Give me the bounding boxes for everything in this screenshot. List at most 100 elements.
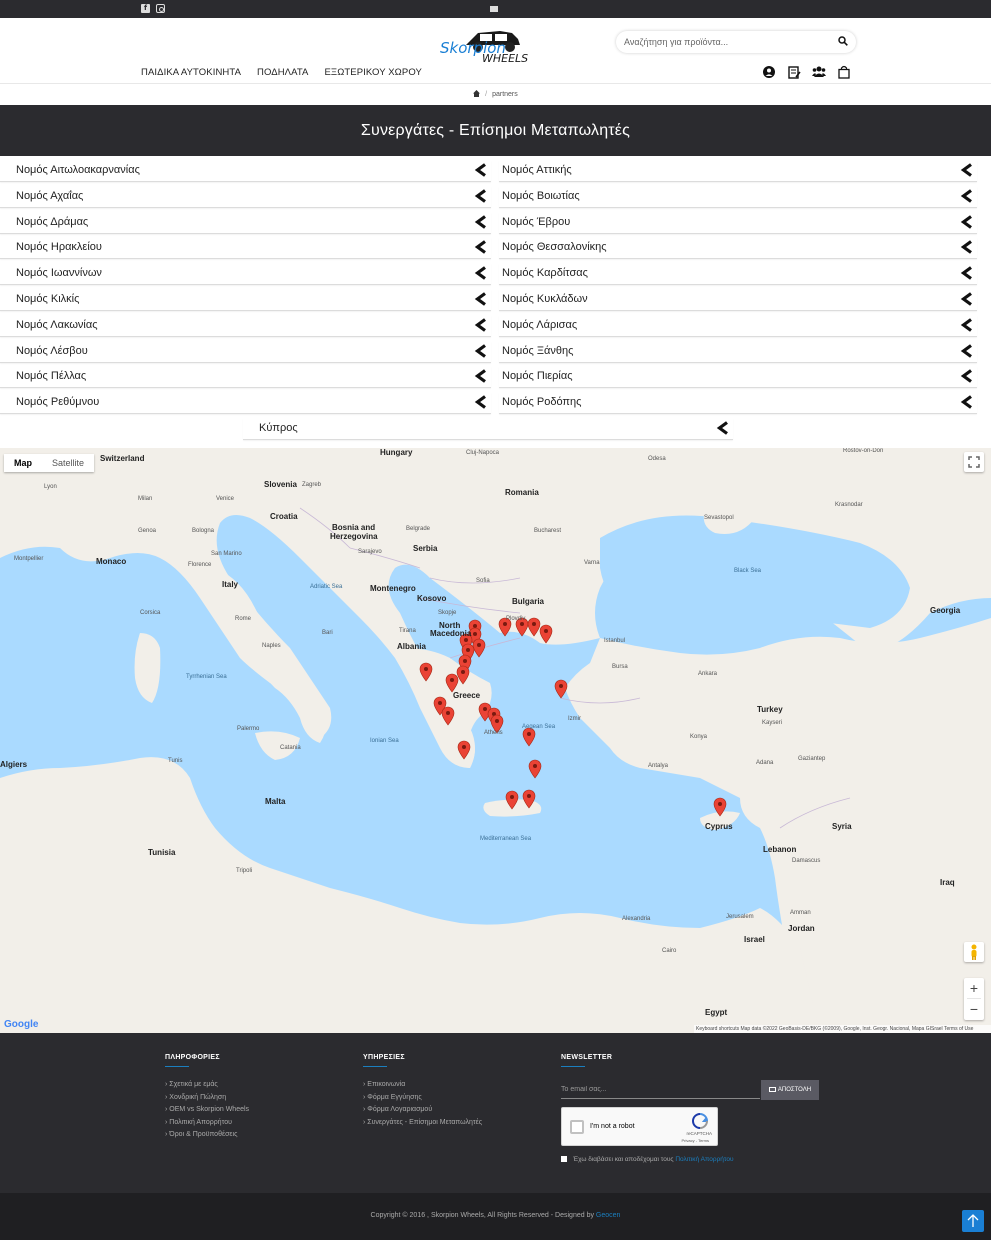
- chevron-left-icon[interactable]: [960, 343, 974, 358]
- map-label: Montpellier: [14, 556, 44, 562]
- newsletter-email-input[interactable]: [561, 1081, 760, 1099]
- users-icon[interactable]: [812, 65, 826, 79]
- search-input[interactable]: [624, 34, 824, 50]
- newsletter-send-button[interactable]: ΑΠΟΣΤΟΛΗ: [761, 1080, 819, 1100]
- nav-kids-cars[interactable]: ΠΑΙΔΙΚΑ ΑΥΤΟΚΙΝΗΤΑ: [141, 67, 241, 81]
- chevron-left-icon[interactable]: [474, 214, 488, 229]
- header-icons: [762, 65, 851, 79]
- map-type-satellite[interactable]: Satellite: [42, 454, 94, 472]
- footer-link[interactable]: › Όροι & Προϋποθέσεις: [165, 1131, 237, 1138]
- footer-link[interactable]: › Πολιτική Απορρήτου: [165, 1119, 232, 1126]
- map-marker[interactable]: [528, 759, 542, 779]
- chevron-left-icon[interactable]: [960, 189, 974, 203]
- chevron-left-icon[interactable]: [960, 318, 974, 332]
- privacy-policy-link[interactable]: Πολιτική Απορρήτου: [675, 1156, 733, 1163]
- map-marker[interactable]: [554, 679, 568, 699]
- chevron-left-icon[interactable]: [960, 266, 974, 280]
- region-row[interactable]: Νομός Ρεθύμνου: [0, 392, 491, 415]
- region-row[interactable]: Νομός Ροδόπης: [499, 392, 977, 415]
- map-label: Iraq: [940, 878, 955, 887]
- recaptcha-links[interactable]: Privacy - Terms: [682, 1138, 709, 1143]
- chevron-left-icon[interactable]: [960, 214, 974, 229]
- home-icon[interactable]: [473, 90, 481, 97]
- recaptcha-checkbox[interactable]: [570, 1120, 584, 1134]
- region-row[interactable]: Νομός Αιτωλοακαρνανίας: [0, 160, 491, 182]
- chevron-left-icon[interactable]: [474, 318, 488, 332]
- region-row[interactable]: Νομός Καρδίτσας: [499, 263, 977, 286]
- chevron-left-icon[interactable]: [474, 292, 488, 306]
- region-row[interactable]: Νομός Κιλκίς: [0, 289, 491, 311]
- street-view-pegman[interactable]: [964, 942, 984, 962]
- region-row[interactable]: Νομός Πέλλας: [0, 366, 491, 389]
- consent-checkbox[interactable]: [561, 1156, 567, 1162]
- chevron-left-icon[interactable]: [474, 395, 488, 409]
- map-label: Croatia: [270, 512, 298, 521]
- map-attribution[interactable]: Keyboard shortcuts Map data ©2022 GeoBas…: [694, 1025, 991, 1033]
- chevron-left-icon[interactable]: [474, 266, 488, 280]
- map-label: Ionian Sea: [370, 738, 399, 744]
- site-header: Skorpion WHEELS ΠΑΙΔΙΚΑ ΑΥΤΟΚΙΝΗΤΑ ΠΟΔΗΛ…: [0, 18, 991, 84]
- search-icon[interactable]: [838, 36, 848, 46]
- region-row[interactable]: Νομός Πιερίας: [499, 366, 977, 389]
- scroll-to-top-button[interactable]: [962, 1210, 984, 1232]
- fullscreen-button[interactable]: [964, 452, 984, 472]
- instagram-icon[interactable]: [156, 4, 165, 13]
- map-canvas[interactable]: [0, 448, 991, 1033]
- map-label: Jordan: [788, 924, 815, 933]
- footer-link[interactable]: › Φόρμα Εγγύησης: [363, 1094, 422, 1101]
- skorpion-wheels-logo[interactable]: Skorpion WHEELS: [440, 25, 554, 63]
- chevron-left-icon[interactable]: [960, 369, 974, 384]
- main-nav: ΠΑΙΔΙΚΑ ΑΥΤΟΚΙΝΗΤΑ ΠΟΔΗΛΑΤΑ ΕΞΩΤΕΡΙΚΟΥ Χ…: [141, 67, 422, 81]
- region-row[interactable]: Νομός Δράμας: [0, 211, 491, 234]
- map-label: Alexandria: [622, 916, 651, 922]
- region-row[interactable]: Νομός Αχαΐας: [0, 185, 491, 208]
- footer-link[interactable]: › Επικοινωνία: [363, 1081, 405, 1088]
- region-row[interactable]: Νομός Κυκλάδων: [499, 289, 977, 311]
- region-label: Νομός Ροδόπης: [502, 396, 582, 409]
- footer-link[interactable]: › Φόρμα Λογαριασμού: [363, 1106, 432, 1113]
- region-row[interactable]: Νομός Αττικής: [499, 160, 977, 182]
- region-row[interactable]: Νομός Λάρισας: [499, 314, 977, 337]
- region-row[interactable]: Νομός Ηρακλείου: [0, 237, 491, 260]
- chevron-left-icon[interactable]: [960, 240, 974, 255]
- footer-link[interactable]: › OEM vs Skorpion Wheels: [165, 1106, 249, 1113]
- footer-link[interactable]: › Συνεργάτες - Επίσημοι Μεταπωλητές: [363, 1119, 482, 1126]
- note-icon[interactable]: [787, 65, 801, 79]
- chevron-left-icon[interactable]: [474, 163, 488, 177]
- footer-link[interactable]: › Σχετικά με εμάς: [165, 1081, 218, 1088]
- map-label: Israel: [744, 935, 765, 944]
- chevron-left-icon[interactable]: [960, 395, 974, 409]
- designer-link[interactable]: Geocen: [596, 1212, 621, 1219]
- region-row[interactable]: Νομός Βοιωτίας: [499, 185, 977, 208]
- region-row[interactable]: Νομός Έβρου: [499, 211, 977, 234]
- map-container[interactable]: Map Satellite Switzerland Hungary Slovenia…: [0, 448, 991, 1033]
- nav-outdoor[interactable]: ΕΞΩΤΕΡΙΚΟΥ ΧΩΡΟΥ: [324, 67, 421, 81]
- region-row[interactable]: Νομός Ιωαννίνων: [0, 263, 491, 286]
- chevron-left-icon[interactable]: [716, 421, 730, 435]
- envelope-icon[interactable]: [490, 6, 498, 12]
- footer-link[interactable]: › Χονδρική Πώληση: [165, 1094, 226, 1101]
- nav-bicycles[interactable]: ΠΟΔΗΛΑΤΑ: [257, 67, 308, 81]
- map-type-map[interactable]: Map: [4, 454, 42, 472]
- region-row-cyprus[interactable]: Κύπρος: [243, 418, 733, 440]
- zoom-in-button[interactable]: +: [964, 978, 984, 998]
- chevron-left-icon[interactable]: [474, 343, 488, 358]
- facebook-icon[interactable]: f: [141, 4, 150, 13]
- region-row[interactable]: Νομός Θεσσαλονίκης: [499, 237, 977, 260]
- region-row[interactable]: Νομός Ξάνθης: [499, 340, 977, 363]
- map-marker[interactable]: [522, 727, 536, 747]
- region-row[interactable]: Νομός Λακωνίας: [0, 314, 491, 337]
- map-marker[interactable]: [472, 638, 486, 658]
- zoom-out-button[interactable]: −: [964, 999, 984, 1019]
- recaptcha-label: I'm not a robot: [590, 1123, 635, 1130]
- chevron-left-icon[interactable]: [474, 369, 488, 384]
- chevron-left-icon[interactable]: [474, 240, 488, 255]
- user-icon[interactable]: [762, 65, 776, 79]
- chevron-left-icon[interactable]: [960, 163, 974, 177]
- region-row[interactable]: Νομός Λέσβου: [0, 340, 491, 363]
- chevron-left-icon[interactable]: [960, 292, 974, 306]
- region-label: Νομός Πιερίας: [502, 370, 573, 383]
- arrow-up-icon: [967, 1214, 979, 1227]
- bag-icon[interactable]: [837, 65, 851, 79]
- chevron-left-icon[interactable]: [474, 189, 488, 203]
